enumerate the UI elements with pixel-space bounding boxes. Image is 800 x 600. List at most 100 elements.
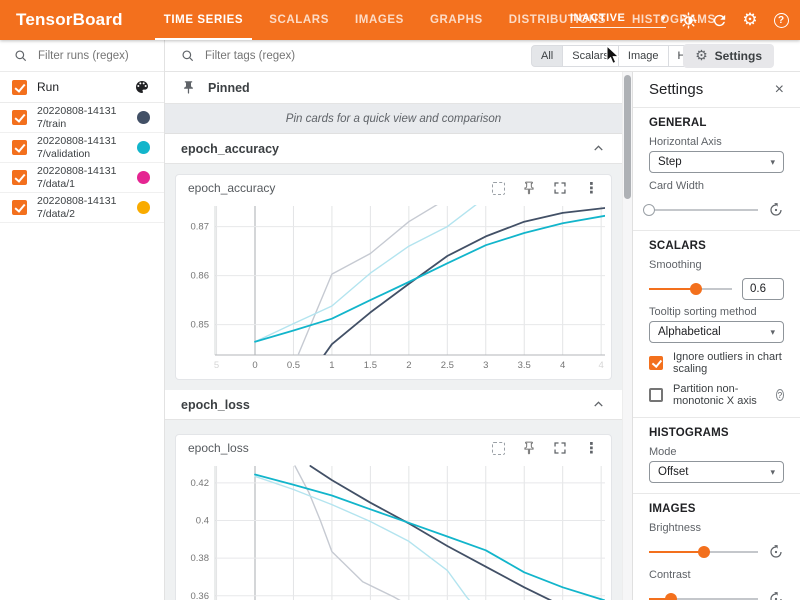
section-header-epoch-loss[interactable]: epoch_loss xyxy=(165,390,622,420)
filter-image-button[interactable]: Image xyxy=(618,45,669,67)
filter-runs-input[interactable]: Filter runs (regex) xyxy=(38,50,129,62)
svg-text:0: 0 xyxy=(252,360,257,371)
run-row-data-2[interactable]: 20220808-141317/data/2 xyxy=(0,193,164,223)
tab-scalars[interactable]: SCALARS xyxy=(256,0,342,40)
ignore-outliers-row[interactable]: Ignore outliers in chart scaling xyxy=(649,351,784,375)
svg-text:2.5: 2.5 xyxy=(441,360,454,371)
run-row-data-1[interactable]: 20220808-141317/data/1 xyxy=(0,163,164,193)
chevron-up-icon[interactable] xyxy=(591,141,606,156)
card-width-row xyxy=(649,200,784,220)
help-icon[interactable]: ? xyxy=(776,389,784,401)
more-options-icon[interactable]: ⋮ xyxy=(584,181,599,196)
refresh-button[interactable] xyxy=(710,11,728,29)
tab-time-series[interactable]: TIME SERIES xyxy=(151,0,256,40)
horizontal-axis-value: Step xyxy=(658,156,682,168)
palette-icon[interactable] xyxy=(134,79,150,95)
contrast-reset-button[interactable] xyxy=(768,591,784,600)
horizontal-axis-select[interactable]: Step ▾ xyxy=(649,151,784,173)
tooltip-sort-select[interactable]: Alphabetical ▾ xyxy=(649,321,784,343)
histogram-mode-value: Offset xyxy=(658,466,688,478)
pin-card-icon[interactable] xyxy=(522,441,536,455)
runs-sidebar: Filter runs (regex) Run 20220808-141317/… xyxy=(0,40,165,600)
histogram-mode-select[interactable]: Offset ▾ xyxy=(649,461,784,483)
run-status-dropdown[interactable]: INACTIVE ▾ xyxy=(570,12,666,28)
chevron-down-icon: ▾ xyxy=(661,13,666,24)
fit-to-data-icon[interactable] xyxy=(492,182,505,195)
run-name: 20220808-141317/data/2 xyxy=(37,195,121,220)
reset-icon xyxy=(768,591,784,600)
run-checkbox-data-1[interactable] xyxy=(12,170,27,185)
fullscreen-icon[interactable] xyxy=(553,441,567,455)
ignore-outliers-checkbox[interactable] xyxy=(649,356,663,370)
partition-x-checkbox[interactable] xyxy=(649,388,663,402)
epoch-accuracy-card: epoch_accuracy ⋮ 0.850.860.87500.511.522… xyxy=(175,174,612,380)
run-row-validation[interactable]: 20220808-141317/validation xyxy=(0,133,164,163)
section-title: epoch_accuracy xyxy=(181,142,279,156)
svg-text:0.85: 0.85 xyxy=(191,320,210,331)
run-checkbox-train[interactable] xyxy=(12,110,27,125)
run-color-dot xyxy=(137,171,150,184)
tab-images[interactable]: IMAGES xyxy=(342,0,417,40)
filter-tags-row[interactable]: Filter tags (regex) xyxy=(181,40,295,72)
run-checkbox-data-2[interactable] xyxy=(12,200,27,215)
help-icon: ? xyxy=(774,13,789,28)
svg-text:0.86: 0.86 xyxy=(191,271,210,282)
scrollbar-thumb[interactable] xyxy=(624,75,631,199)
partition-x-row[interactable]: Partition non-monotonic X axis ? xyxy=(649,383,784,407)
more-options-icon[interactable]: ⋮ xyxy=(584,441,599,456)
run-checkbox-validation[interactable] xyxy=(12,140,27,155)
tooltip-sort-value: Alphabetical xyxy=(658,326,721,338)
filter-scalars-button[interactable]: Scalars xyxy=(562,45,619,67)
svg-text:0.87: 0.87 xyxy=(191,222,210,233)
svg-text:5: 5 xyxy=(214,360,219,371)
card-width-slider[interactable] xyxy=(649,209,758,211)
refresh-icon xyxy=(711,12,728,29)
select-all-runs-checkbox[interactable] xyxy=(12,80,27,95)
svg-text:2: 2 xyxy=(406,360,411,371)
epoch-accuracy-chart[interactable]: 0.850.860.87500.511.522.533.544 xyxy=(176,201,611,379)
histograms-heading: HISTOGRAMS xyxy=(649,427,784,439)
section-header-epoch-accuracy[interactable]: epoch_accuracy xyxy=(165,134,622,164)
settings-gear-button[interactable]: ⚙ xyxy=(741,11,759,29)
run-color-dot xyxy=(137,111,150,124)
gear-icon: ⚙ xyxy=(742,12,757,29)
card-width-reset-button[interactable] xyxy=(768,202,784,218)
fit-to-data-icon[interactable] xyxy=(492,442,505,455)
card-title: epoch_accuracy xyxy=(188,181,275,195)
pin-card-icon[interactable] xyxy=(522,181,536,195)
cards-main-area: Pinned Pin cards for a quick view and co… xyxy=(165,72,622,600)
run-color-dot xyxy=(137,201,150,214)
run-row-train[interactable]: 20220808-141317/train xyxy=(0,103,164,133)
svg-text:0.38: 0.38 xyxy=(191,553,210,564)
help-button[interactable]: ? xyxy=(772,11,790,29)
svg-text:0.36: 0.36 xyxy=(191,591,210,600)
epoch-loss-chart[interactable]: 0.360.380.40.4200.511.522.533.54 xyxy=(176,461,611,600)
settings-button[interactable]: ⚙ Settings xyxy=(683,44,774,68)
search-icon xyxy=(14,49,28,63)
filter-all-button[interactable]: All xyxy=(531,45,563,67)
pinned-empty-message: Pin cards for a quick view and compariso… xyxy=(165,104,622,134)
close-icon[interactable]: × xyxy=(775,82,784,98)
smoothing-value-input[interactable] xyxy=(742,278,784,300)
card-width-label: Card Width xyxy=(649,180,784,192)
gear-icon: ⚙ xyxy=(695,49,708,63)
filter-runs-row[interactable]: Filter runs (regex) xyxy=(0,40,164,72)
brightness-slider[interactable] xyxy=(649,551,758,553)
tab-graphs[interactable]: GRAPHS xyxy=(417,0,496,40)
contrast-label: Contrast xyxy=(649,569,784,581)
card-header: epoch_loss ⋮ xyxy=(176,435,611,461)
svg-text:1.5: 1.5 xyxy=(364,360,377,371)
brightness-toggle-button[interactable] xyxy=(679,11,697,29)
svg-text:4: 4 xyxy=(599,360,604,371)
filter-tags-input[interactable]: Filter tags (regex) xyxy=(205,50,295,62)
pinned-title: Pinned xyxy=(208,81,250,95)
settings-panel: Settings × GENERAL Horizontal Axis Step … xyxy=(632,72,800,600)
runs-column-label: Run xyxy=(37,80,59,94)
app-logo: TensorBoard xyxy=(16,10,123,30)
brightness-reset-button[interactable] xyxy=(768,544,784,560)
epoch-accuracy-card-area: epoch_accuracy ⋮ 0.850.860.87500.511.522… xyxy=(165,164,622,390)
pin-icon xyxy=(181,80,196,95)
chevron-up-icon[interactable] xyxy=(591,397,606,412)
smoothing-slider[interactable] xyxy=(649,288,732,290)
fullscreen-icon[interactable] xyxy=(553,181,567,195)
